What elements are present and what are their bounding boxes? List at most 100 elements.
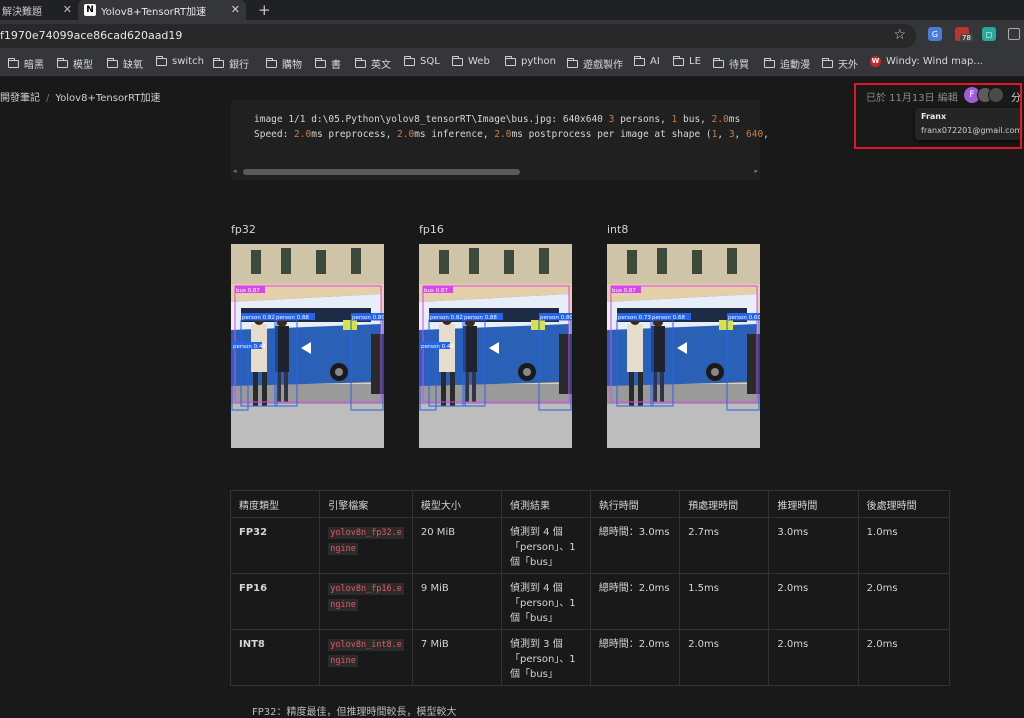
translate-extension-icon[interactable]: G (928, 27, 942, 41)
table-row: INT8 yolov8n_int8.e ngine 7 MiB 偵測到 3 個「p… (229, 629, 951, 686)
tab-active[interactable]: N Yolov8+TensorRT加速 ✕ (78, 0, 246, 20)
table-cell: 7 MiB (411, 629, 503, 686)
table-header-row: 精度類型 引擎檔案 模型大小 偵測結果 執行時間 預處理時間 推理時間 後處理時… (229, 490, 951, 518)
table-cell: 偵測到 3 個「person」、1 個「bus」 (501, 629, 591, 686)
address-bar[interactable]: f1970e74099ace86cad620aad19 ☆ (0, 24, 916, 48)
folder-icon (452, 55, 463, 66)
folder-icon (713, 57, 724, 68)
bookmark-windy[interactable]: W Windy: Wind map... (870, 56, 983, 67)
bookmark-star-icon[interactable]: ☆ (893, 27, 906, 43)
notion-icon: N (84, 4, 96, 16)
table-header: 精度類型 (229, 490, 321, 518)
extension-icon[interactable]: ◻ (982, 27, 996, 41)
detection-label: person 0.88 (464, 315, 497, 321)
bookmark-folder[interactable]: 天外 (822, 56, 858, 71)
table-cell: yolov8n_fp16.e ngine (319, 573, 413, 630)
folder-icon (355, 57, 366, 68)
tab-title: 解決難題 (2, 6, 42, 18)
table-cell: yolov8n_int8.e ngine (319, 629, 413, 686)
detection-label: bus 0.87 (612, 288, 636, 294)
bookmarks-bar: 暗黑 模型 缺氧 switch 銀行 購物 書 英文 SQL Web pytho… (0, 50, 1024, 76)
comparison-table: 精度類型 引擎檔案 模型大小 偵測結果 執行時間 預處理時間 推理時間 後處理時… (229, 490, 951, 686)
table-cell: 總時間：3.0ms (589, 517, 681, 574)
table-cell: 1.5ms (679, 573, 770, 630)
breadcrumb-item[interactable]: Yolov8+TensorRT加速 (55, 93, 160, 104)
table-cell: INT8 (229, 629, 321, 686)
extension-badge: 78 (960, 34, 973, 42)
bookmark-folder[interactable]: 英文 (355, 56, 391, 71)
detection-label: person 0.44 (421, 344, 454, 350)
highlight-annotation-box (854, 83, 1022, 149)
body-text: FP32：精度最佳，但推理時間較長，模型較大 (252, 707, 457, 718)
code-block[interactable]: image 1/1 d:\05.Python\yolov8_tensorRT\I… (231, 100, 769, 180)
inline-code: yolov8n_fp32.e (328, 527, 404, 539)
detection-label: person 0.68 (652, 315, 685, 321)
folder-icon (404, 55, 415, 66)
extensions-puzzle-icon[interactable] (1008, 28, 1020, 40)
detection-image[interactable]: bus 0.87 person 0.82 person 0.88 person … (419, 244, 572, 448)
breadcrumb-item[interactable]: 開發筆記 (0, 93, 40, 104)
bookmark-folder[interactable]: 追動漫 (764, 56, 810, 71)
image-caption: int8 (607, 223, 629, 236)
detection-label: person 0.80 (352, 315, 384, 321)
table-cell: 總時間：2.0ms (589, 629, 681, 686)
extension-icon[interactable]: 78 (955, 27, 973, 42)
bookmark-folder[interactable]: python (505, 55, 556, 67)
detection-label: bus 0.87 (424, 288, 448, 294)
folder-icon (156, 55, 167, 66)
tab-strip: 解決難題 ✕ N Yolov8+TensorRT加速 ✕ + (0, 0, 1024, 20)
bookmark-folder[interactable]: Web (452, 55, 490, 67)
table-row: FP16 yolov8n_fp16.e ngine 9 MiB 偵測到 4 個「p… (229, 573, 951, 630)
detection-label: person 0.80 (540, 315, 572, 321)
image-caption: fp16 (419, 223, 444, 236)
table-cell: 偵測到 4 個「person」、1 個「bus」 (501, 517, 591, 574)
table-row: FP32 yolov8n_fp32.e ngine 20 MiB 偵測到 4 個「… (229, 517, 951, 574)
table-cell: 2.0ms (857, 573, 951, 630)
inline-code: ngine (328, 655, 358, 667)
close-icon[interactable]: ✕ (63, 3, 72, 16)
close-icon[interactable]: ✕ (231, 3, 240, 16)
tab-inactive[interactable]: 解決難題 ✕ (0, 0, 76, 20)
inline-code: ngine (328, 599, 358, 611)
bookmark-folder[interactable]: AI (634, 55, 660, 67)
folder-icon (107, 57, 118, 68)
bookmark-folder[interactable]: SQL (404, 55, 440, 67)
bookmark-folder[interactable]: 模型 (57, 56, 93, 71)
folder-icon (673, 55, 684, 66)
folder-icon (764, 57, 775, 68)
table-header: 引擎檔案 (319, 490, 413, 518)
bookmark-folder[interactable]: switch (156, 55, 204, 67)
image-caption: fp32 (231, 223, 256, 236)
table-cell: 總時間：2.0ms (589, 573, 681, 630)
bookmark-folder[interactable]: 書 (315, 56, 341, 71)
breadcrumb-separator: / (46, 93, 50, 104)
breadcrumb: 開發筆記 / Yolov8+TensorRT加速 (0, 89, 161, 104)
url-text: f1970e74099ace86cad620aad19 (0, 29, 183, 42)
detection-label: person 0.88 (276, 315, 309, 321)
folder-icon (505, 55, 516, 66)
browser-toolbar: f1970e74099ace86cad620aad19 ☆ G 78 ◻ (0, 20, 1024, 50)
table-cell: 3.0ms (768, 517, 859, 574)
table-cell: FP32 (229, 517, 321, 574)
table-header: 模型大小 (411, 490, 503, 518)
table-cell: 20 MiB (411, 517, 503, 574)
detection-label: bus 0.87 (236, 288, 260, 294)
folder-icon (567, 57, 578, 68)
table-header: 推理時間 (768, 490, 859, 518)
detection-label: person 0.60 (728, 315, 760, 321)
new-tab-button[interactable]: + (258, 1, 271, 19)
detection-image[interactable]: bus 0.87 person 0.73 person 0.68 person … (607, 244, 760, 448)
detection-label: person 0.82 (242, 315, 275, 321)
detection-image[interactable]: bus 0.87 person 0.82 person 0.88 person … (231, 244, 384, 448)
bookmark-folder[interactable]: 遊戲製作 (567, 56, 623, 71)
table-cell: FP16 (229, 573, 321, 630)
bookmark-folder[interactable]: 待買 (713, 56, 749, 71)
code-line: image 1/1 d:\05.Python\yolov8_tensorRT\I… (254, 114, 741, 125)
bookmark-folder[interactable]: 銀行 (213, 56, 249, 71)
bookmark-folder[interactable]: 缺氧 (107, 56, 143, 71)
table-header: 後處理時間 (857, 490, 951, 518)
table-cell: 偵測到 4 個「person」、1 個「bus」 (501, 573, 591, 630)
bookmark-folder[interactable]: 購物 (266, 56, 302, 71)
bookmark-folder[interactable]: 暗黑 (8, 56, 44, 71)
bookmark-folder[interactable]: LE (673, 55, 701, 67)
